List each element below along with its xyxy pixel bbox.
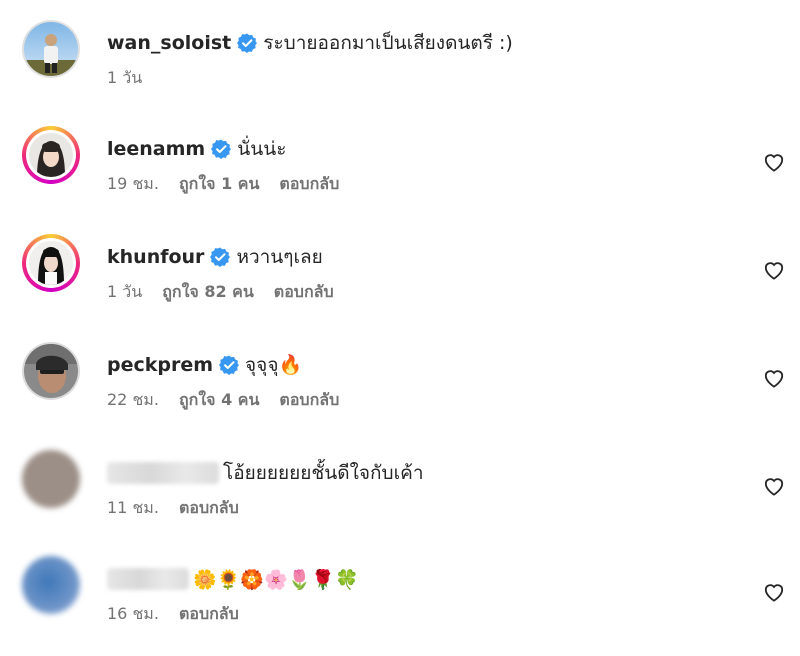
comment-text: จุจุจุ🔥 (245, 354, 303, 376)
avatar-image (24, 344, 78, 398)
comment-item: leenamm นั่นน่ะ 19 ชม. ถูกใจ 1 คน ตอบกลั… (0, 126, 800, 226)
comment-header: leenamm นั่นน่ะ (107, 134, 286, 164)
comment-time[interactable]: 19 ชม. (107, 172, 159, 197)
comment-meta: 16 ชม. ตอบกลับ (107, 602, 239, 626)
comment-header: 🌼🌻🏵️🌸🌷🌹🍀 (107, 564, 359, 594)
verified-badge-icon (210, 247, 231, 267)
avatar-blurred[interactable] (22, 556, 80, 614)
comment-time[interactable]: 1 วัน (107, 66, 142, 91)
comment-header: khunfour หวานๆเลย (107, 242, 323, 272)
comment-header: peckprem จุจุจุ🔥 (107, 350, 302, 380)
avatar-ring-gap (26, 238, 76, 288)
comment-text: ระบายออกมาเป็นเสียงดนตรี :) (263, 32, 513, 54)
comment-header: wan_soloist ระบายออกมาเป็นเสียงดนตรี :) (107, 28, 513, 58)
avatar[interactable] (22, 20, 80, 78)
comment-text: หวานๆเลย (236, 246, 323, 268)
avatar-ring-gap (26, 130, 76, 180)
avatar[interactable] (22, 342, 80, 400)
comment-username[interactable]: khunfour (107, 246, 204, 268)
comments-list: wan_soloist ระบายออกมาเป็นเสียงดนตรี :) … (0, 0, 800, 655)
verified-badge-icon (219, 355, 240, 375)
avatar-image (24, 22, 78, 76)
reply-button[interactable]: ตอบกลับ (274, 280, 334, 305)
verified-badge-icon (211, 139, 232, 159)
comment-item: khunfour หวานๆเลย 1 วัน ถูกใจ 82 คน ตอบก… (0, 234, 800, 334)
comment-meta: 1 วัน (107, 66, 142, 90)
comment-time[interactable]: 22 ชม. (107, 388, 159, 413)
comment-time[interactable]: 11 ชม. (107, 496, 159, 521)
comment-item: โอ้ยยยยยยชั้นดีใจกับเค้า 11 ชม. ตอบกลับ (0, 450, 800, 550)
heart-icon[interactable] (763, 476, 785, 496)
heart-icon[interactable] (763, 152, 785, 172)
comment-item: 🌼🌻🏵️🌸🌷🌹🍀 16 ชม. ตอบกลับ (0, 556, 800, 656)
comment-item: peckprem จุจุจุ🔥 22 ชม. ถูกใจ 4 คน ตอบกล… (0, 342, 800, 442)
comment-meta: 19 ชม. ถูกใจ 1 คน ตอบกลับ (107, 172, 339, 196)
comment-username[interactable]: leenamm (107, 138, 205, 160)
comment-likes[interactable]: ถูกใจ 82 คน (162, 280, 254, 305)
reply-button[interactable]: ตอบกลับ (179, 496, 239, 521)
avatar-image (29, 241, 73, 285)
comment-username[interactable]: wan_soloist (107, 32, 231, 54)
comment-meta: 22 ชม. ถูกใจ 4 คน ตอบกลับ (107, 388, 339, 412)
comment-text: 🌼🌻🏵️🌸🌷🌹🍀 (193, 568, 359, 591)
heart-icon[interactable] (763, 582, 785, 602)
reply-button[interactable]: ตอบกลับ (279, 388, 339, 413)
comment-time[interactable]: 1 วัน (107, 280, 142, 305)
username-blurred[interactable] (107, 568, 189, 590)
comment-meta: 11 ชม. ตอบกลับ (107, 496, 239, 520)
avatar[interactable] (22, 234, 80, 292)
comment-item: wan_soloist ระบายออกมาเป็นเสียงดนตรี :) … (0, 20, 800, 120)
comment-meta: 1 วัน ถูกใจ 82 คน ตอบกลับ (107, 280, 334, 304)
heart-icon[interactable] (763, 260, 785, 280)
reply-button[interactable]: ตอบกลับ (179, 602, 239, 627)
verified-badge-icon (237, 33, 258, 53)
avatar[interactable] (22, 126, 80, 184)
username-blurred[interactable] (107, 462, 219, 484)
comment-header: โอ้ยยยยยยชั้นดีใจกับเค้า (107, 458, 423, 488)
avatar-image (29, 133, 73, 177)
reply-button[interactable]: ตอบกลับ (279, 172, 339, 197)
comment-text: นั่นน่ะ (237, 138, 287, 160)
comment-text: โอ้ยยยยยยชั้นดีใจกับเค้า (223, 462, 424, 484)
comment-likes[interactable]: ถูกใจ 1 คน (179, 172, 259, 197)
comment-time[interactable]: 16 ชม. (107, 602, 159, 627)
avatar-blurred[interactable] (22, 450, 80, 508)
heart-icon[interactable] (763, 368, 785, 388)
comment-username[interactable]: peckprem (107, 354, 213, 376)
comment-likes[interactable]: ถูกใจ 4 คน (179, 388, 259, 413)
